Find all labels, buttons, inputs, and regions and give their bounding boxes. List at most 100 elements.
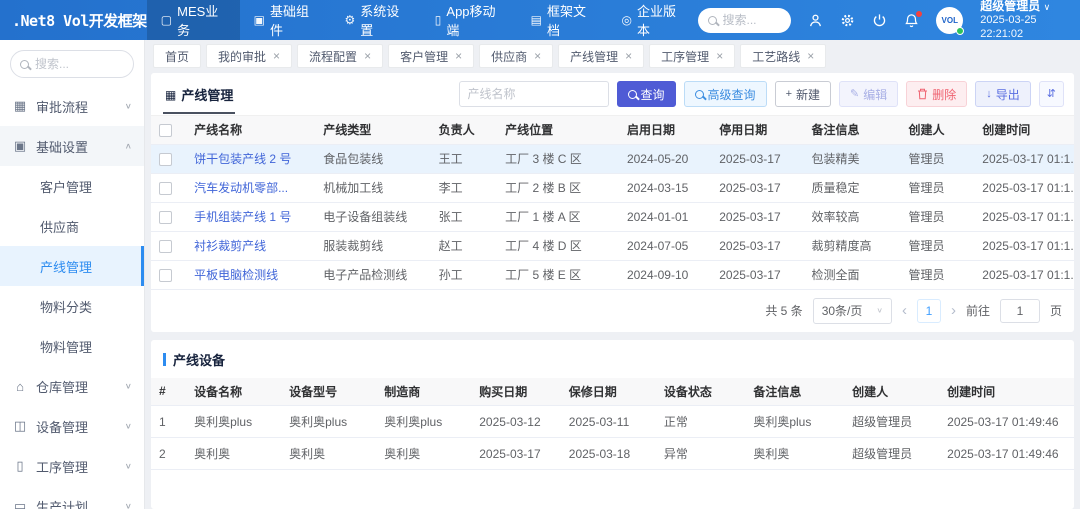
row-checkbox[interactable] <box>159 210 172 224</box>
delete-button[interactable]: 删除 <box>906 81 968 107</box>
tab[interactable]: 供应商 × <box>479 44 554 68</box>
nav-item-icon: ⚙ <box>344 13 356 27</box>
row-checkbox[interactable] <box>159 268 172 282</box>
column-header[interactable]: # <box>151 377 187 406</box>
column-header[interactable]: 启用日期 <box>618 116 712 145</box>
sidebar-item[interactable]: ◫ 设备管理 ∨ <box>0 406 144 446</box>
close-icon[interactable]: × <box>455 49 462 63</box>
column-header[interactable]: 购买日期 <box>471 377 561 406</box>
tab[interactable]: 工艺路线 × <box>740 44 827 68</box>
sidebar-search[interactable] <box>10 50 134 78</box>
column-header[interactable]: 产线名称 <box>186 116 316 145</box>
cell-stop-date: 2025-03-17 <box>711 173 804 203</box>
create-button[interactable]: + 新建 <box>774 81 832 107</box>
goto-page-input[interactable] <box>999 298 1040 323</box>
close-icon[interactable]: × <box>273 49 280 63</box>
sidebar-item[interactable]: 物料分类 <box>0 286 144 326</box>
column-header[interactable]: 保修日期 <box>560 377 656 406</box>
close-icon[interactable]: × <box>534 49 541 63</box>
column-header[interactable]: 制造商 <box>376 377 472 406</box>
table-row[interactable]: 饼干包装产线 2 号 食品包装线 王工 工厂 3 楼 C 区 2024-05-2… <box>151 144 1074 174</box>
table-row[interactable]: 2 奥利奥 奥利奥 奥利奥 2025-03-17 2025-03-18 异常 奥… <box>151 437 1074 470</box>
column-header[interactable]: 设备型号 <box>281 377 377 406</box>
nav-item-icon: ▣ <box>253 13 265 27</box>
cell-maker: 奥利奥plus <box>376 405 472 438</box>
column-header[interactable]: 设备名称 <box>186 377 282 406</box>
column-header[interactable]: 创建人 <box>900 116 975 145</box>
row-checkbox[interactable] <box>159 152 172 166</box>
table-header-row: # 设备名称 设备型号 制造商 购买日期 保修日期 设备状态 备注信息 创建人 创建时间 <box>151 377 1074 406</box>
column-header[interactable]: 设备状态 <box>655 377 746 406</box>
nav-item[interactable]: ▯ App移动端 <box>421 0 517 40</box>
cell-device-model: 奥利奥plus <box>281 405 377 438</box>
tab[interactable]: 流程配置 × <box>297 44 384 68</box>
tab[interactable]: 客户管理 × <box>388 44 475 68</box>
advanced-query-button[interactable]: 高级查询 <box>683 81 767 107</box>
column-header[interactable]: 备注信息 <box>803 116 901 145</box>
table-row[interactable]: 手机组装产线 1 号 电子设备组装线 张工 工厂 1 楼 A 区 2024-01… <box>151 202 1074 232</box>
close-icon[interactable]: × <box>625 49 632 63</box>
chevron-icon: ∨ <box>124 101 132 111</box>
sidebar-item[interactable]: 产线管理 <box>0 246 144 286</box>
row-checkbox[interactable] <box>159 239 172 253</box>
sidebar-item[interactable]: ⌂ 仓库管理 ∨ <box>0 366 144 406</box>
tab[interactable]: 产线管理 × <box>558 44 645 68</box>
next-page-button[interactable]: › <box>951 302 956 319</box>
column-header[interactable]: 停用日期 <box>711 116 804 145</box>
column-header[interactable]: 创建时间 <box>939 377 1074 406</box>
table-row[interactable]: 汽车发动机零部... 机械加工线 李工 工厂 2 楼 B 区 2024-03-1… <box>151 173 1074 203</box>
avatar[interactable]: VOL <box>936 6 965 35</box>
table-row[interactable]: 平板电脑检测线 电子产品检测线 孙工 工厂 5 楼 E 区 2024-09-10… <box>151 260 1074 290</box>
line-name-link[interactable]: 平板电脑检测线 <box>194 268 278 282</box>
nav-item[interactable]: ▣ 基础组件 <box>240 0 331 40</box>
nav-item[interactable]: ⚙ 系统设置 <box>330 0 420 40</box>
global-search-input[interactable] <box>722 13 782 27</box>
close-icon[interactable]: × <box>364 49 371 63</box>
column-header[interactable]: 产线位置 <box>497 116 619 145</box>
sidebar-item[interactable]: ▣ 基础设置 ∧ <box>0 126 144 166</box>
close-icon[interactable]: × <box>807 49 814 63</box>
close-icon[interactable]: × <box>716 49 723 63</box>
page-size-select[interactable]: 30条/页 ∨ <box>812 297 892 324</box>
tab[interactable]: 我的审批 × <box>206 44 293 68</box>
export-button[interactable]: ↓ 导出 <box>975 81 1031 107</box>
table-row[interactable]: 衬衫裁剪产线 服装裁剪线 赵工 工厂 4 楼 D 区 2024-07-05 20… <box>151 231 1074 261</box>
power-icon[interactable] <box>872 13 887 28</box>
sidebar-item[interactable]: ▦ 审批流程 ∨ <box>0 86 144 126</box>
gear-icon[interactable] <box>840 13 855 28</box>
line-name-link[interactable]: 饼干包装产线 2 号 <box>194 152 291 166</box>
tab[interactable]: 工序管理 × <box>649 44 736 68</box>
sort-button[interactable]: ⇵ <box>1038 81 1064 107</box>
user-menu[interactable]: 超级管理员 ∨ 2025-03-25 22:21:02 <box>980 0 1070 41</box>
line-name-link[interactable]: 手机组装产线 1 号 <box>194 210 291 224</box>
column-header[interactable]: 负责人 <box>430 116 498 145</box>
prev-page-button[interactable]: ‹ <box>902 302 907 319</box>
sidebar-search-input[interactable] <box>35 57 124 71</box>
bell-icon[interactable] <box>904 10 923 28</box>
line-name-input[interactable] <box>458 81 609 107</box>
tab[interactable]: 首页 <box>153 44 202 68</box>
column-header[interactable]: 创建时间 <box>974 116 1074 145</box>
row-checkbox[interactable] <box>159 181 172 195</box>
sidebar-item[interactable]: 客户管理 <box>0 166 144 206</box>
sidebar-item-label: 产线管理 <box>40 259 93 275</box>
line-name-link[interactable]: 衬衫裁剪产线 <box>194 239 266 253</box>
nav-item[interactable]: ▤ 框架文档 <box>517 0 608 40</box>
column-header[interactable]: 备注信息 <box>745 377 845 406</box>
nav-item[interactable]: ◎ 企业版本 <box>607 0 697 40</box>
sidebar-item[interactable]: 供应商 <box>0 206 144 246</box>
sidebar-item[interactable]: ▭ 生产计划 ∨ <box>0 486 144 509</box>
column-header[interactable]: 产线类型 <box>315 116 431 145</box>
edit-button[interactable]: ✎ 编辑 <box>839 81 899 107</box>
page-number[interactable]: 1 <box>916 298 941 323</box>
global-search[interactable] <box>697 7 792 33</box>
query-button[interactable]: 查询 <box>616 81 676 107</box>
user-icon[interactable] <box>808 13 823 28</box>
line-name-link[interactable]: 汽车发动机零部... <box>194 181 288 195</box>
nav-item[interactable]: ▢ MES业务 <box>146 0 240 40</box>
table-row[interactable]: 1 奥利奥plus 奥利奥plus 奥利奥plus 2025-03-12 202… <box>151 405 1074 438</box>
sidebar-item[interactable]: ▯ 工序管理 ∨ <box>0 446 144 486</box>
sidebar-item[interactable]: 物料管理 <box>0 326 144 366</box>
column-header[interactable]: 创建人 <box>844 377 940 406</box>
select-all-checkbox[interactable] <box>159 123 172 137</box>
